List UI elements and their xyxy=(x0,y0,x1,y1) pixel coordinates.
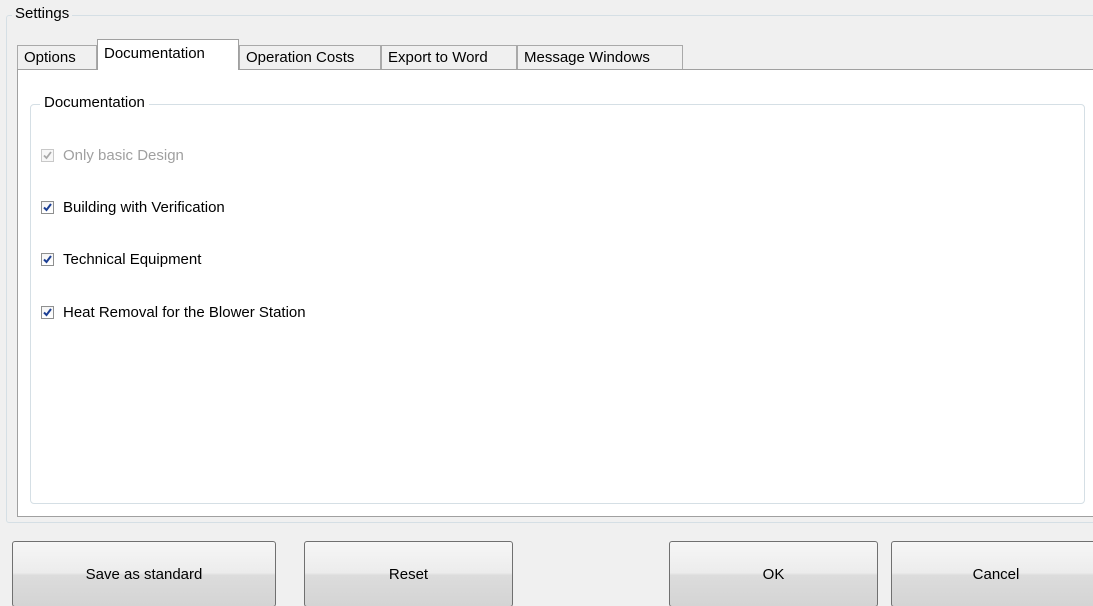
cancel-button[interactable]: Cancel xyxy=(891,541,1093,606)
reset-button[interactable]: Reset xyxy=(304,541,513,606)
building-verification-checkbox[interactable] xyxy=(41,200,54,214)
only-basic-design-label: Only basic Design xyxy=(63,146,184,164)
check-mark-icon xyxy=(43,202,52,212)
building-verification-option[interactable]: Building with Verification xyxy=(41,197,225,217)
tab-documentation[interactable]: Documentation xyxy=(97,39,239,70)
check-mark-icon xyxy=(43,254,52,264)
check-mark-icon xyxy=(43,307,52,317)
settings-dialog: Settings Options Documentation Operation… xyxy=(0,0,1093,606)
building-verification-label[interactable]: Building with Verification xyxy=(63,199,225,216)
documentation-tab-page: Documentation Only basic Design Building… xyxy=(17,69,1093,517)
tab-message-windows[interactable]: Message Windows xyxy=(517,45,683,69)
check-mark-icon xyxy=(43,150,52,159)
heat-removal-option[interactable]: Heat Removal for the Blower Station xyxy=(41,302,306,322)
only-basic-design-checkbox xyxy=(41,148,54,162)
settings-group-title: Settings xyxy=(12,5,73,23)
documentation-group-title: Documentation xyxy=(40,94,149,112)
tab-export-to-word[interactable]: Export to Word xyxy=(381,45,517,69)
technical-equipment-checkbox[interactable] xyxy=(41,252,54,266)
save-as-standard-button[interactable]: Save as standard xyxy=(12,541,276,606)
heat-removal-label[interactable]: Heat Removal for the Blower Station xyxy=(63,304,306,321)
tab-options[interactable]: Options xyxy=(17,45,97,69)
technical-equipment-option[interactable]: Technical Equipment xyxy=(41,249,201,269)
technical-equipment-label[interactable]: Technical Equipment xyxy=(63,251,201,268)
ok-button[interactable]: OK xyxy=(669,541,878,606)
heat-removal-checkbox[interactable] xyxy=(41,305,54,319)
only-basic-design-option: Only basic Design xyxy=(41,145,184,165)
tab-operation-costs[interactable]: Operation Costs xyxy=(239,45,381,69)
